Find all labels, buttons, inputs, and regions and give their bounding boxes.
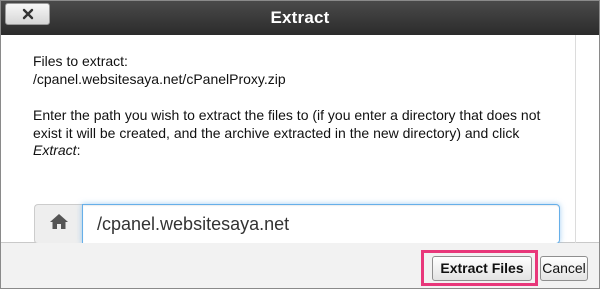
file-path-text: /cpanel.websitesaya.net/cPanelProxy.zip	[33, 70, 286, 87]
dialog-body: Files to extract: /cpanel.websitesaya.ne…	[1, 35, 599, 244]
home-icon	[49, 213, 69, 235]
dialog-footer: Extract Files Cancel	[1, 243, 599, 288]
files-to-extract-label: Files to extract:	[33, 53, 128, 69]
cancel-button[interactable]: Cancel	[540, 256, 588, 281]
path-addon	[34, 204, 82, 244]
dialog-title: Extract	[270, 8, 330, 27]
close-x-icon	[22, 8, 34, 20]
dialog-content: Files to extract: /cpanel.websitesaya.ne…	[33, 53, 563, 160]
extract-dialog: Extract Files to extract: /cpanel.websit…	[0, 0, 600, 289]
instruction-suffix: :	[76, 142, 81, 158]
extract-instructions: Enter the path you wish to extract the f…	[33, 107, 563, 160]
close-button[interactable]	[5, 3, 50, 25]
instruction-action-text: Extract	[33, 142, 77, 158]
extract-path-group	[34, 204, 560, 244]
dialog-titlebar: Extract	[1, 1, 599, 35]
content-scroll-rail	[575, 35, 576, 243]
extract-path-input[interactable]	[82, 204, 560, 244]
instruction-text: Enter the path you wish to extract the f…	[33, 107, 541, 141]
extract-files-button[interactable]: Extract Files	[432, 256, 532, 281]
